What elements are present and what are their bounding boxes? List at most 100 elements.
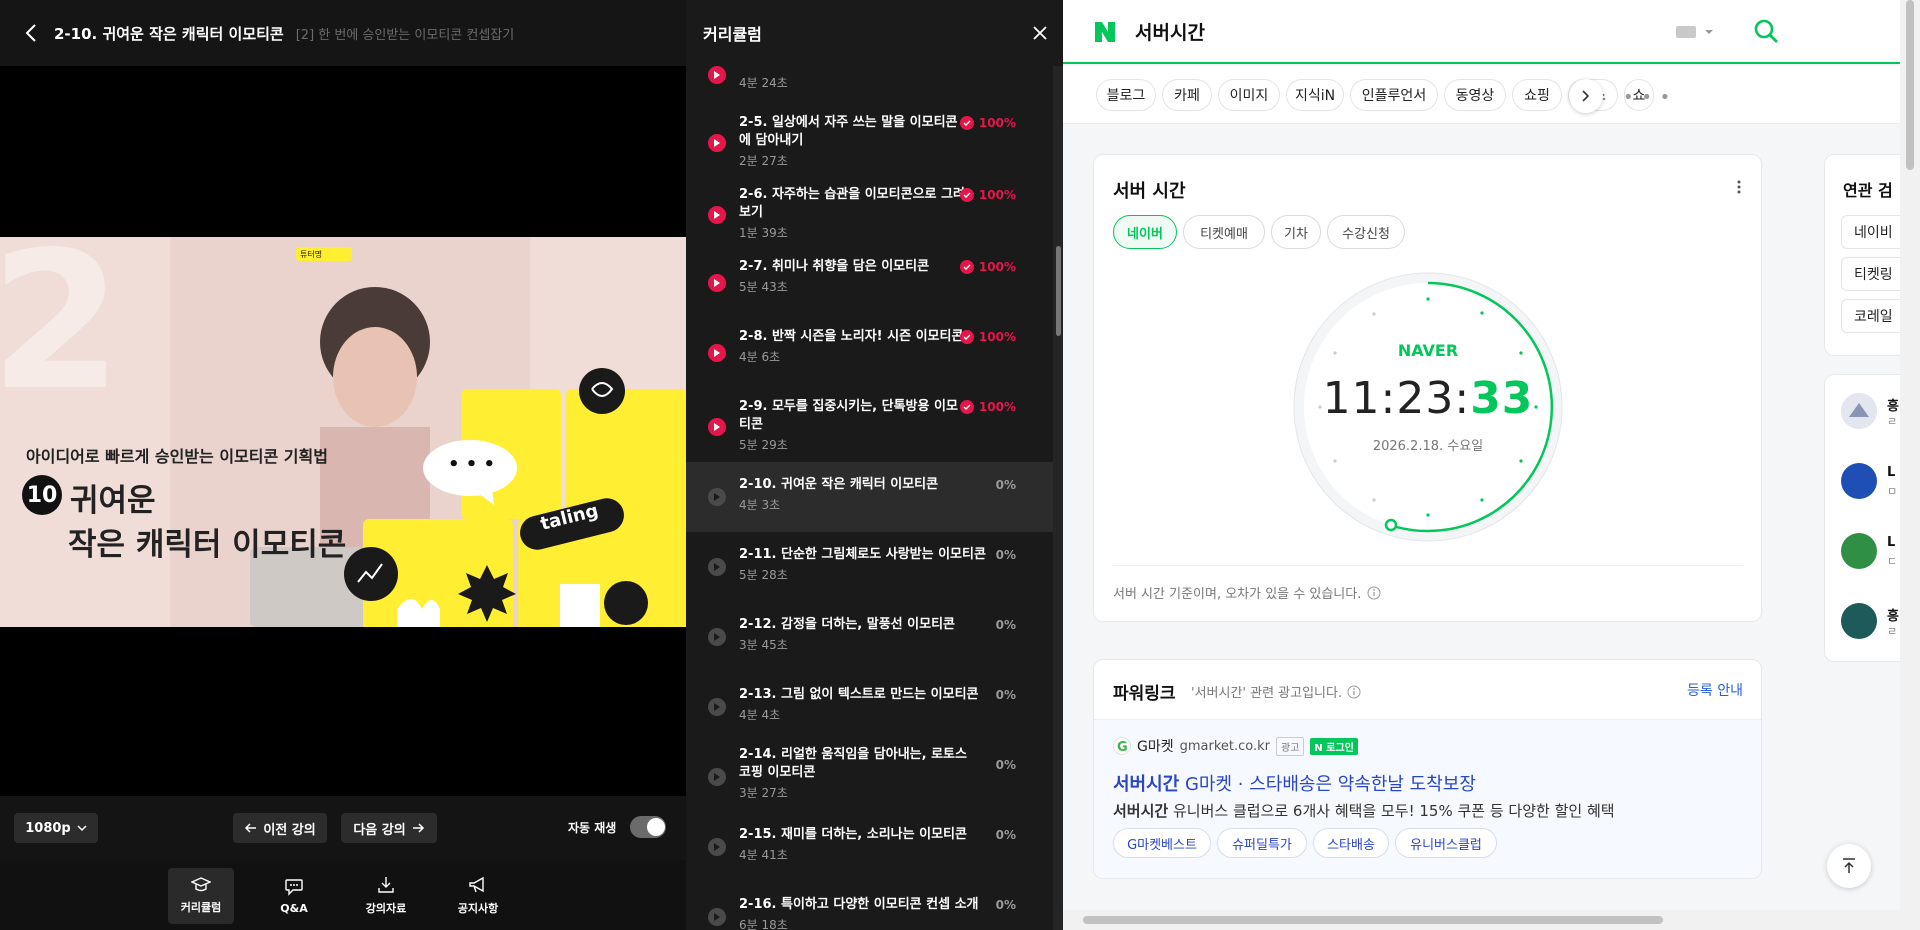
server-time-note: 서버 시간 기준이며, 오차가 있을 수 있습니다. — [1113, 583, 1381, 602]
lesson-progress: 0% — [995, 478, 1016, 492]
lesson-item[interactable]: 2-5. 일상에서 자주 쓰는 말을 이모티콘에 담아내기 2분 27초 100… — [686, 110, 1053, 180]
ad-brand-row[interactable]: G G마켓 gmarket.co.kr 광고 N 로그인 — [1113, 736, 1358, 756]
curriculum-list: 4분 24초 2-5. 일상에서 자주 쓰는 말을 이모티콘에 담아내기 2분 … — [686, 66, 1053, 930]
tab-shopping[interactable]: 쇼핑 — [1512, 79, 1562, 111]
tab-kin[interactable]: 지식iN — [1286, 79, 1344, 111]
avatar — [1841, 393, 1877, 429]
ad-sublink[interactable]: G마켓베스트 — [1113, 828, 1211, 858]
chip-naver[interactable]: 네이버 — [1113, 215, 1177, 249]
ad-headline-link[interactable]: 서버시간 G마켓 · 스타배송은 약속한날 도착보장 — [1113, 770, 1476, 796]
lesson-duration: 1분 39초 — [739, 226, 788, 240]
chevron-down-icon — [77, 824, 87, 831]
nav-materials[interactable]: 강의자료 — [353, 868, 419, 924]
more-dots-icon[interactable]: • • • — [1623, 87, 1671, 108]
ad-sublink[interactable]: 슈퍼딜특가 — [1217, 828, 1307, 858]
autoplay-toggle[interactable] — [630, 816, 666, 838]
horizontal-scrollbar[interactable] — [1063, 910, 1900, 930]
naver-logo-icon[interactable] — [1093, 20, 1117, 44]
scrollbar-thumb[interactable] — [1056, 246, 1061, 336]
tab-image[interactable]: 이미지 — [1218, 79, 1280, 111]
play-icon — [708, 206, 726, 224]
play-icon — [708, 558, 726, 576]
tab-influencer[interactable]: 인플루언서 — [1350, 79, 1438, 111]
nav-materials-label: 강의자료 — [365, 902, 407, 915]
info-icon[interactable] — [1367, 586, 1381, 600]
video-area[interactable]: 2 튜터명 아이디어로 빠르게 승인받는 이모티콘 기획법 10 귀여운 작은 … — [0, 66, 686, 796]
curriculum-panel: 커리큘럼 4분 24초 2-5. 일상에서 자주 쓰는 말을 이모티콘에 담아내… — [686, 0, 1063, 930]
lesson-section: [2] 한 번에 승인받는 이모티콘 컨셉잡기 — [295, 27, 515, 43]
lesson-item[interactable]: 2-14. 리얼한 움직임을 담아내는, 로토스코핑 이모티콘 3분 27초 0… — [686, 742, 1053, 812]
tabs-next-button[interactable] — [1569, 79, 1603, 113]
lesson-title: 2-10. 귀여운 작은 캐릭터 이모티콘 — [739, 477, 939, 492]
ad-sublink[interactable]: 유니버스클럽 — [1395, 828, 1497, 858]
megaphone-icon — [469, 876, 484, 893]
profile-sub: ㄹ — [1887, 625, 1898, 638]
close-icon — [1033, 26, 1047, 40]
scroll-to-top-button[interactable] — [1827, 844, 1871, 888]
profile-name: 흥 — [1887, 609, 1899, 624]
lesson-item[interactable]: 2-9. 모두를 집중시키는, 단톡방용 이모티콘 5분 29초 100% — [686, 394, 1053, 464]
tab-blog[interactable]: 블로그 — [1096, 79, 1156, 111]
lesson-title: 2-5. 일상에서 자주 쓰는 말을 이모티콘에 담아내기 — [739, 115, 958, 148]
kebab-menu-icon[interactable] — [1737, 179, 1741, 198]
info-icon[interactable] — [1347, 685, 1361, 699]
lesson-progress: 0% — [995, 898, 1016, 912]
tab-cafe[interactable]: 카페 — [1162, 79, 1212, 111]
avatar — [1841, 463, 1877, 499]
lesson-title: 2-10. 귀여운 작은 캐릭터 이모티콘 — [54, 24, 284, 43]
lesson-item-current[interactable]: 2-10. 귀여운 작은 캐릭터 이모티콘 4분 3초 0% — [686, 462, 1053, 532]
close-button[interactable] — [1029, 22, 1051, 44]
lesson-title: 2-16. 특이하고 다양한 이모티콘 컨셉 소개 — [739, 897, 979, 912]
lesson-item[interactable]: 2-16. 특이하고 다양한 이모티콘 컨셉 소개 6분 18초 0% — [686, 882, 1053, 930]
lesson-item[interactable]: 2-15. 재미를 더하는, 소리나는 이모티콘 4분 41초 0% — [686, 812, 1053, 882]
lesson-progress-value: 100% — [978, 400, 1016, 414]
lesson-duration: 5분 28초 — [739, 568, 788, 582]
quality-select[interactable]: 1080p — [14, 813, 98, 843]
back-button[interactable] — [18, 20, 44, 46]
nav-curriculum[interactable]: 커리큘럼 — [168, 868, 234, 924]
lesson-item[interactable]: 2-8. 반짝 시즌을 노리자! 시즌 이모티콘 4분 6초 100% — [686, 324, 1053, 394]
lesson-item[interactable]: 2-7. 취미나 취향을 담은 이모티콘 5분 43초 100% — [686, 254, 1053, 324]
tab-video[interactable]: 동영상 — [1444, 79, 1506, 111]
ad-sublink[interactable]: 스타배송 — [1313, 828, 1389, 858]
lesson-item[interactable]: 2-6. 자주하는 습관을 이모티콘으로 그려보기 1분 39초 100% — [686, 182, 1053, 252]
previous-lesson-label: 이전 강의 — [263, 822, 316, 838]
player-bottom-nav: 커리큘럼 Q&A 강의자료 공지사항 — [0, 860, 686, 930]
nav-qna[interactable]: Q&A — [261, 868, 327, 924]
vertical-scrollbar[interactable] — [1900, 0, 1920, 930]
tutor-badge: 튜터명 — [300, 250, 323, 259]
lesson-item[interactable]: 2-13. 그림 없이 텍스트로 만드는 이모티콘 4분 4초 0% — [686, 672, 1053, 742]
chevron-right-icon — [1582, 90, 1590, 102]
naver-login-badge: N 로그인 — [1310, 737, 1358, 755]
lesson-item[interactable]: 2-12. 감정을 더하는, 말풍선 이모티콘 3분 45초 0% — [686, 602, 1053, 672]
lesson-duration: 4분 41초 — [739, 848, 788, 862]
video-frame[interactable]: 2 튜터명 아이디어로 빠르게 승인받는 이모티콘 기획법 10 귀여운 작은 … — [0, 237, 686, 627]
profile-name: 흥 — [1887, 399, 1899, 414]
autoplay-label: 자동 재생 — [568, 821, 617, 835]
next-lesson-button[interactable]: 다음 강의 — [341, 813, 437, 843]
nav-qna-label: Q&A — [280, 901, 308, 915]
ad-register-link[interactable]: 등록 안내 — [1687, 680, 1743, 700]
chip-train[interactable]: 기차 — [1271, 215, 1321, 249]
chip-course[interactable]: 수강신청 — [1327, 215, 1405, 249]
chip-ticket[interactable]: 티켓예매 — [1183, 215, 1265, 249]
clock-brand: NAVER — [1397, 341, 1459, 360]
search-query[interactable]: 서버시간 — [1135, 18, 1205, 45]
scrollbar-thumb[interactable] — [1083, 916, 1663, 924]
previous-lesson-button[interactable]: 이전 강의 — [233, 813, 327, 843]
lesson-item[interactable]: 2-11. 단순한 그림체로도 사랑받는 이모티콘 5분 28초 0% — [686, 532, 1053, 602]
avatar — [1841, 603, 1877, 639]
scrollbar-thumb[interactable] — [1906, 0, 1914, 170]
play-icon — [708, 628, 726, 646]
search-icon[interactable] — [1753, 18, 1779, 48]
lesson-duration: 4분 6초 — [739, 350, 781, 364]
nav-notice[interactable]: 공지사항 — [445, 868, 511, 924]
lesson-duration: 6분 18초 — [739, 918, 788, 930]
video-number-badge: 10 — [22, 475, 62, 515]
toggle-knob — [647, 818, 665, 836]
keyboard-icon[interactable] — [1675, 24, 1715, 43]
curriculum-scrollbar[interactable] — [1053, 66, 1063, 930]
lesson-progress-value: 100% — [978, 116, 1016, 130]
curriculum-header: 커리큘럼 — [686, 0, 1063, 66]
lesson-progress: 100% — [959, 330, 1016, 344]
